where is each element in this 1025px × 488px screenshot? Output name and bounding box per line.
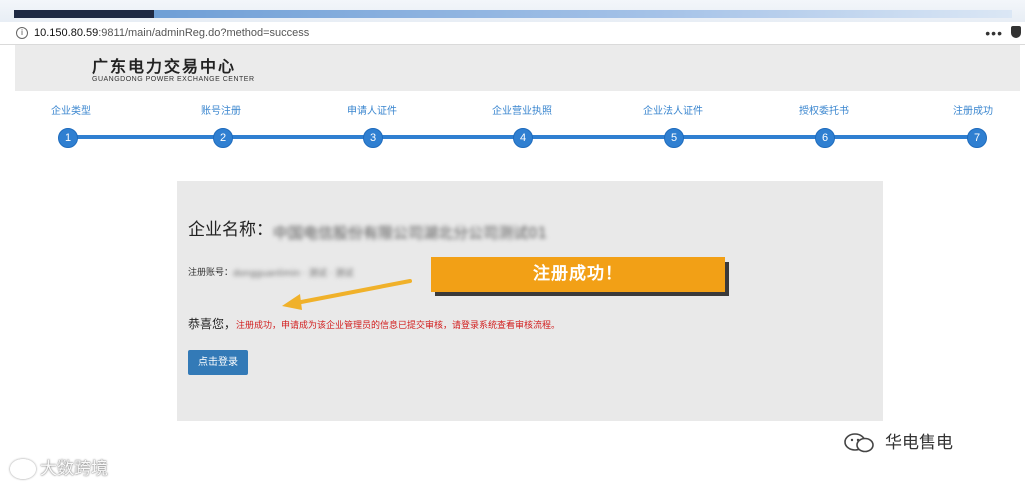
weibo-icon xyxy=(10,459,36,479)
watermark-left: 大数跨境 xyxy=(10,456,108,482)
watermark-left-text: 大数跨境 xyxy=(40,459,108,479)
wechat-icon xyxy=(844,433,874,453)
watermark-right-text: 华电售电 xyxy=(885,433,953,453)
watermark-right: 华电售电 xyxy=(843,429,953,457)
callout-arrow-icon xyxy=(282,279,412,310)
